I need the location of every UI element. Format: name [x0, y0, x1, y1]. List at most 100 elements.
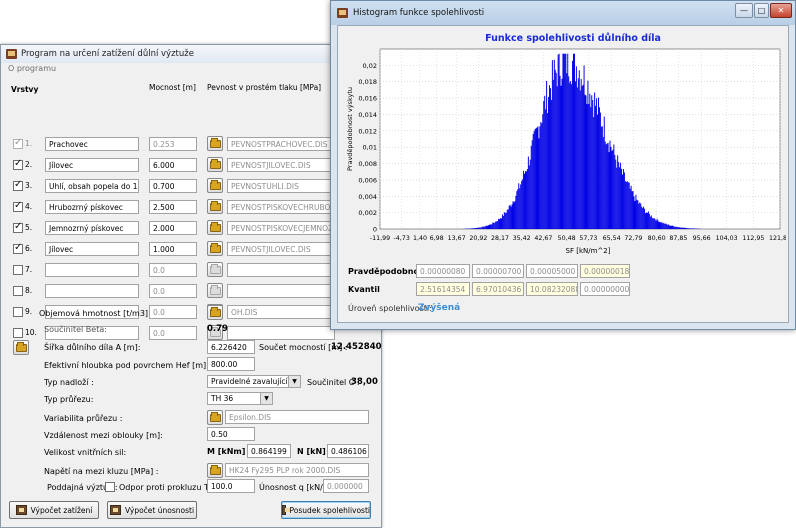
layer-checkbox[interactable] [13, 179, 23, 191]
histogram-bar [638, 203, 640, 229]
layer-name-field[interactable] [45, 263, 139, 277]
layer-strength-file-button[interactable] [207, 220, 223, 235]
histogram-bar [629, 188, 631, 229]
histogram-bar [674, 226, 676, 229]
yield-stress-file-field[interactable]: HK24 Fy295 PLP rok 2000.DIS [225, 463, 369, 477]
layer-checkbox[interactable] [13, 221, 23, 233]
layer-strength-file-button[interactable] [207, 283, 223, 298]
histogram-bar [471, 228, 473, 229]
quantile-field-4[interactable]: 0.00000000 [580, 282, 630, 296]
layer-thickness-field[interactable]: 0.0 [149, 284, 197, 298]
histogram-bar [673, 226, 675, 229]
chevron-down-icon[interactable]: ▼ [288, 376, 300, 387]
histogram-bar [558, 53, 560, 230]
layer-strength-file-button[interactable] [207, 157, 223, 172]
layer-checkbox[interactable] [13, 328, 23, 338]
layer-thickness-field[interactable]: 0.700 [149, 179, 197, 193]
close-button[interactable]: ✕ [770, 3, 792, 18]
layer-strength-file-button[interactable] [207, 178, 223, 193]
layer-strength-file-button[interactable] [207, 241, 223, 256]
probability-field-3[interactable]: 0.00005000 [526, 264, 578, 278]
histogram-bar [650, 215, 652, 229]
menu-about[interactable]: O programu [1, 64, 56, 77]
slip-resistance-field[interactable]: 100.0 [207, 479, 255, 493]
layer-strength-file-button[interactable] [207, 262, 223, 277]
layer-checkbox[interactable] [13, 265, 23, 275]
layer-strength-file-field[interactable]: PEVNOSTPISKOVECHRUBOZ [227, 200, 335, 214]
histogram-bar [568, 76, 570, 229]
layer-strength-file-field[interactable] [227, 326, 335, 340]
layer-strength-file-field[interactable]: PEVNOSTPISKOVECJEMNOZ [227, 221, 335, 235]
quantile-field-2[interactable]: 6.97010436 [472, 282, 524, 296]
layer-name-field[interactable] [45, 284, 139, 298]
layer-thickness-field[interactable]: 0.253 [149, 137, 197, 151]
histogram-bar [532, 133, 534, 229]
arch-distance-field[interactable]: 0.50 [207, 427, 255, 441]
maximize-button[interactable]: □ [754, 3, 769, 18]
histogram-bar [610, 146, 612, 229]
layer-checkbox[interactable] [13, 242, 23, 254]
layer-strength-file-button[interactable] [207, 199, 223, 214]
layer-checkbox[interactable] [13, 158, 23, 170]
layer-strength-file-field[interactable]: PEVNOSTJILOVEC.DIS [227, 242, 335, 256]
minimize-button[interactable]: — [735, 3, 753, 18]
probability-field-2[interactable]: 0.00000700 [472, 264, 524, 278]
histogram-bar [562, 53, 564, 230]
layer-strength-file-field[interactable] [227, 263, 335, 277]
quantile-field-3[interactable]: 10.08232088 [526, 282, 578, 296]
calculate-load-button[interactable]: Výpočet zatížení [9, 501, 99, 519]
flexible-support-checkbox[interactable] [105, 482, 115, 492]
calculate-capacity-button[interactable]: Výpočet únosnosti [107, 501, 197, 519]
capacity-field[interactable]: 0.000000 [323, 479, 369, 493]
histogram-bar [489, 224, 491, 229]
beta-value: 0.79 [207, 324, 228, 334]
histogram-bar [598, 97, 599, 229]
layer-name-field[interactable]: Prachovec [45, 137, 139, 151]
layer-checkbox[interactable] [13, 286, 23, 296]
reliability-assessment-button[interactable]: Posudek spolehlivosti [281, 501, 371, 519]
probability-field-1[interactable]: 0.00000080 [416, 264, 470, 278]
layer-thickness-field[interactable]: 0.0 [149, 326, 197, 340]
profile-type-select[interactable]: TH 36 ▼ [207, 392, 273, 405]
depth-field[interactable]: 800.00 [207, 357, 255, 371]
layer-thickness-field[interactable]: 0.0 [149, 305, 197, 319]
histogram-bar [549, 88, 551, 230]
layer-strength-file-field[interactable]: PEVNOSTUHLI.DIS [227, 179, 335, 193]
yield-stress-file-button[interactable] [207, 463, 223, 478]
layer-strength-file-field[interactable]: PEVNOSTJILOVEC.DIS [227, 158, 335, 172]
layer-strength-file-button[interactable] [207, 136, 223, 151]
profile-var-file-button[interactable] [207, 410, 223, 425]
layer-thickness-field[interactable]: 6.000 [149, 158, 197, 172]
layer-thickness-field[interactable]: 1.000 [149, 242, 197, 256]
volumetric-weight-file-field[interactable]: OH.DIS [227, 305, 337, 319]
layer-strength-file-field[interactable]: PEVNOSTPRACHOVEC.DIS [227, 137, 335, 151]
histogram-bar [599, 112, 601, 229]
volumetric-weight-file-button[interactable] [207, 305, 223, 320]
layer-name-field[interactable]: Jílovec [45, 242, 139, 256]
layer-checkbox[interactable] [13, 137, 23, 149]
width-file-button[interactable] [13, 340, 29, 355]
width-field[interactable]: 6.226420 [207, 340, 255, 354]
layer-strength-file-field[interactable] [227, 284, 335, 298]
x-tick-label: 6,98 [430, 235, 444, 242]
probability-field-4[interactable]: 0.00000018 [580, 264, 630, 278]
layer-name-field[interactable]: Jílovec [45, 158, 139, 172]
histogram-bar [542, 114, 544, 229]
layer-name-field[interactable]: Jemnozrný pískovec [45, 221, 139, 235]
layer-checkbox[interactable] [13, 200, 23, 212]
overburden-select[interactable]: Pravidelné zavalující ▼ [207, 375, 301, 388]
normal-field[interactable]: 0.486106 [327, 444, 369, 458]
layer-thickness-field[interactable]: 0.0 [149, 263, 197, 277]
layer-thickness-field[interactable]: 2.500 [149, 200, 197, 214]
profile-var-file-field[interactable]: Epsilon.DIS [225, 410, 369, 424]
histogram-bar [503, 212, 505, 229]
layer-name-field[interactable]: Hrubozrný pískovec [45, 200, 139, 214]
layer-thickness-field[interactable]: 2.000 [149, 221, 197, 235]
layer-name-field[interactable]: Uhlí, obsah popela do 10% [45, 179, 139, 193]
chevron-down-icon[interactable]: ▼ [260, 393, 272, 404]
quantile-field-1[interactable]: 2.51614354 [416, 282, 470, 296]
histogram-bar [593, 117, 595, 229]
layer-checkbox[interactable] [13, 307, 23, 317]
moment-field[interactable]: 0.864199 [247, 444, 291, 458]
histogram-bar [511, 204, 513, 229]
